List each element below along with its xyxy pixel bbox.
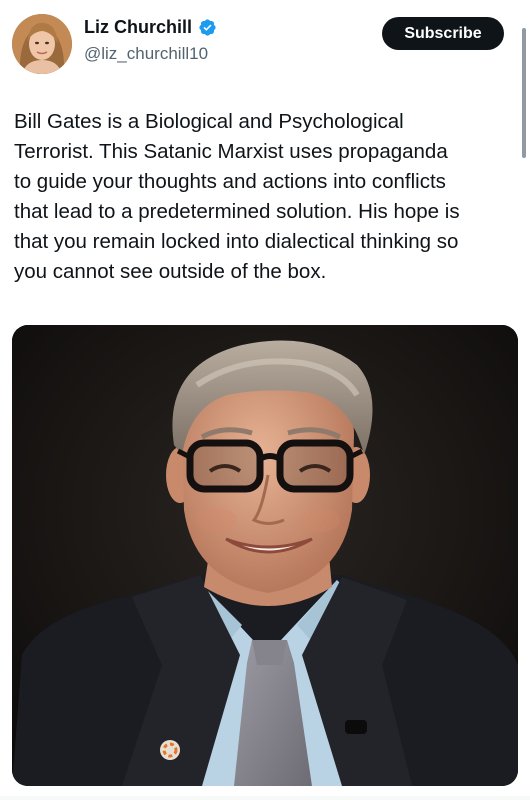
scrollbar[interactable] — [522, 28, 526, 158]
subscribe-button[interactable]: Subscribe — [382, 17, 504, 50]
author-avatar[interactable] — [12, 14, 72, 74]
tweet-photo[interactable] — [12, 325, 518, 786]
author-name-row: Liz Churchill — [84, 17, 217, 38]
tweet-text: Bill Gates is a Biological and Psycholog… — [14, 110, 460, 283]
tweet-header: Liz Churchill @liz_churchill10 Subscribe — [0, 0, 530, 90]
author-name[interactable]: Liz Churchill — [84, 17, 192, 38]
portrait-photo — [12, 325, 518, 786]
verified-badge-icon — [199, 19, 216, 36]
author-handle[interactable]: @liz_churchill10 — [84, 44, 208, 64]
divider — [0, 796, 530, 800]
